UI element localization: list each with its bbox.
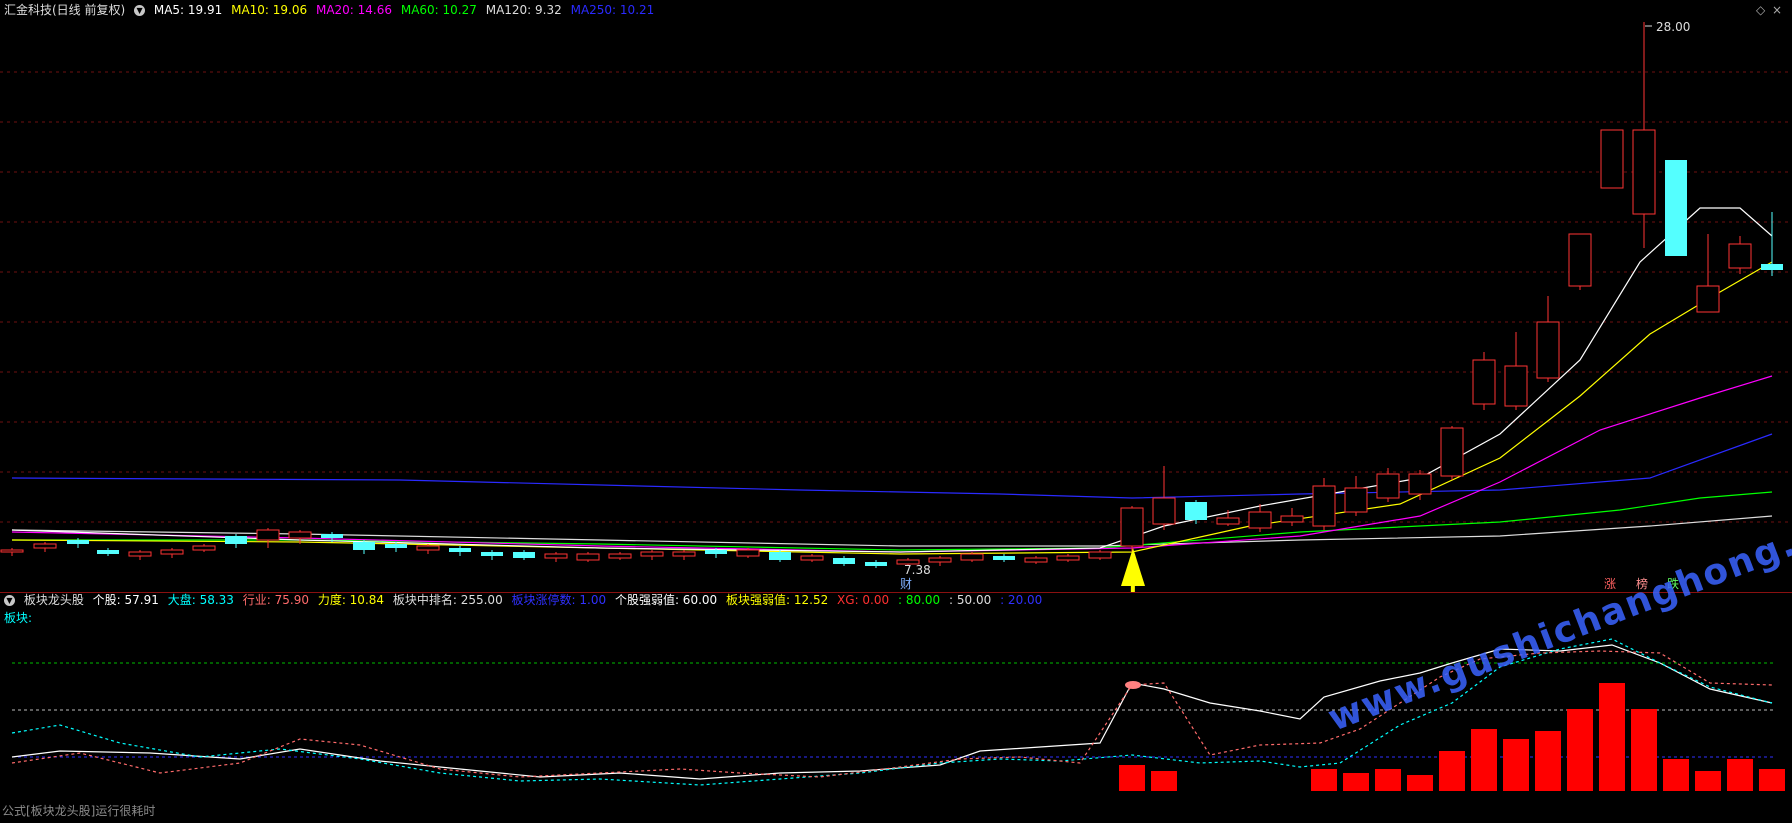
candle-body: [481, 552, 503, 556]
candle-body: [160, 549, 184, 555]
candle-body: [1312, 485, 1336, 527]
candle-body: [576, 553, 600, 561]
signal-dot: [1125, 681, 1141, 689]
candle-body: [256, 529, 280, 541]
candle-body: [1216, 517, 1240, 525]
candle-body: [960, 553, 984, 561]
signal-arrow: [1121, 548, 1145, 592]
xg-bar: [1343, 773, 1369, 791]
xg-bar: [1471, 729, 1497, 791]
candle-body: [1152, 497, 1176, 525]
candle-body: [1600, 129, 1624, 189]
candle-body: [1536, 321, 1560, 379]
candle-body: [449, 548, 471, 552]
candle-body: [1728, 243, 1752, 269]
xg-bar: [1727, 759, 1753, 791]
xg-bar: [1119, 765, 1145, 791]
candle-body: [353, 542, 375, 550]
candle-body: [1056, 555, 1080, 561]
candle-body: [1248, 511, 1272, 529]
xg-bar: [1311, 769, 1337, 791]
candle-body: [928, 557, 952, 563]
candle-body: [192, 545, 216, 551]
candle-body: [513, 552, 535, 558]
candle-body: [416, 545, 440, 551]
grid-lines: [0, 71, 1792, 523]
candle-body: [736, 549, 760, 557]
formula-status: 公式[板块龙头股]运行很耗时: [2, 804, 156, 818]
candle-body: [800, 555, 824, 561]
xg-bar: [1631, 709, 1657, 791]
candle-body: [865, 562, 887, 566]
candle-body: [288, 531, 312, 539]
candle-body: [833, 558, 855, 564]
candle-body: [385, 544, 407, 548]
candle-body: [67, 540, 89, 544]
xg-bar: [1375, 769, 1401, 791]
fin-marker: 财: [900, 577, 912, 591]
candle-body: [1504, 365, 1528, 407]
price-annotations: 28.00 7.38 财 涨 榜 跌: [900, 20, 1690, 591]
kline-panel[interactable]: 汇金科技(日线 前复权) ▼ MA5: 19.91 MA10: 19.06 MA…: [0, 0, 1792, 593]
ma250-line: [11, 433, 1773, 499]
candle-body: [1408, 473, 1432, 495]
xg-bar: [1695, 771, 1721, 791]
candle-body: [640, 551, 664, 557]
candle-body: [544, 553, 568, 559]
kline-chart: 28.00 7.38 财 涨 榜 跌: [0, 20, 1792, 592]
xg-bar: [1407, 775, 1433, 791]
low-price-label: 7.38: [904, 563, 931, 577]
candle-body: [1568, 233, 1592, 287]
candle-body: [1344, 487, 1368, 513]
candle-body: [1024, 557, 1048, 563]
xg-bar: [1535, 731, 1561, 791]
candle-body: [97, 550, 119, 554]
candle-body: [1280, 515, 1304, 523]
xg-bars: [1119, 683, 1785, 791]
candle-body: [1665, 160, 1687, 256]
candle-body: [705, 550, 727, 554]
candle-body: [1696, 285, 1720, 313]
candle-body: [321, 534, 343, 538]
xg-bar: [1567, 709, 1593, 791]
candle-body: [1632, 129, 1656, 215]
candle-body: [1088, 551, 1112, 559]
candle-body: [1120, 507, 1144, 547]
high-price-label: 28.00: [1656, 20, 1690, 34]
candle-body: [128, 551, 152, 557]
candle-body: [1185, 502, 1207, 520]
candle-body: [225, 536, 247, 544]
candle-body: [33, 543, 57, 549]
candle-body: [1440, 427, 1464, 477]
candle-body: [672, 551, 696, 557]
candle-body: [1761, 264, 1783, 270]
xg-bar: [1599, 683, 1625, 791]
xg-bar: [1503, 739, 1529, 791]
candle-body: [1376, 473, 1400, 499]
candle-body: [1472, 359, 1496, 405]
candle-body: [769, 552, 791, 560]
xg-bar: [1151, 771, 1177, 791]
ma10-line: [11, 261, 1773, 555]
candle-body: [608, 553, 632, 559]
candle-body: [0, 549, 24, 553]
xg-bar: [1439, 751, 1465, 791]
xg-bar: [1759, 769, 1785, 791]
candle-body: [993, 556, 1015, 560]
xg-bar: [1663, 759, 1689, 791]
candlesticks: [0, 22, 1783, 568]
